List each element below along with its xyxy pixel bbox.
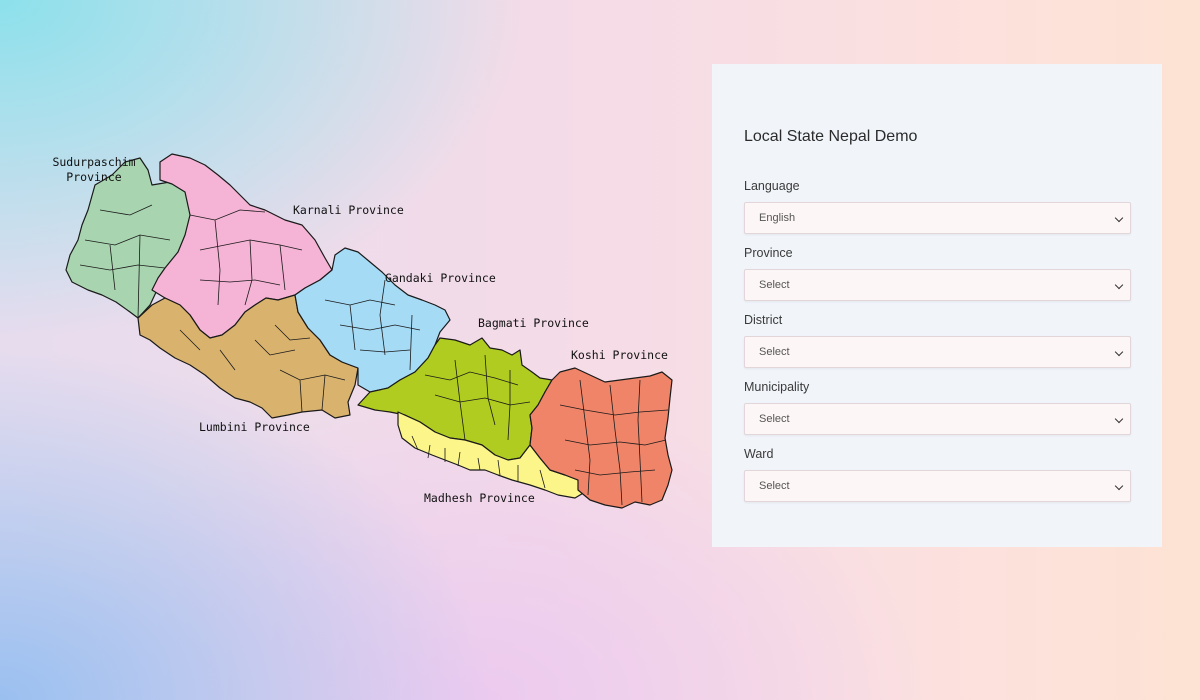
district-label: District	[744, 313, 783, 327]
municipality-label: Municipality	[744, 380, 810, 394]
map-svg	[65, 153, 673, 509]
ward-select[interactable]: Select	[744, 470, 1131, 502]
language-select[interactable]: English	[744, 202, 1131, 234]
field-municipality: Municipality Select	[744, 380, 1131, 435]
label-gandaki: Gandaki Province	[385, 271, 496, 285]
label-bagmati: Bagmati Province	[478, 316, 589, 330]
field-district: District Select	[744, 313, 1131, 368]
label-karnali: Karnali Province	[293, 203, 404, 217]
field-province: Province Select	[744, 246, 1131, 301]
municipality-select[interactable]: Select	[744, 403, 1131, 435]
label-madhesh: Madhesh Province	[424, 491, 535, 505]
label-sudurpaschim: Sudurpaschim Province	[52, 155, 136, 184]
ward-label: Ward	[744, 447, 774, 461]
province-select[interactable]: Select	[744, 269, 1131, 301]
chevron-down-icon	[1114, 481, 1124, 491]
field-language: Language English	[744, 179, 1131, 234]
district-select[interactable]: Select	[744, 336, 1131, 368]
language-select-value: English	[759, 212, 796, 224]
form-title: Local State Nepal Demo	[744, 128, 918, 145]
chevron-down-icon	[1114, 414, 1124, 424]
district-select-value: Select	[759, 346, 790, 358]
language-label: Language	[744, 179, 800, 193]
province-select-value: Select	[759, 279, 790, 291]
location-form-panel: Local State Nepal Demo Language English …	[712, 64, 1162, 547]
ward-select-value: Select	[759, 480, 790, 492]
province-label: Province	[744, 246, 793, 260]
chevron-down-icon	[1114, 213, 1124, 223]
field-ward: Ward Select	[744, 447, 1131, 502]
municipality-select-value: Select	[759, 413, 790, 425]
chevron-down-icon	[1114, 347, 1124, 357]
nepal-province-map: Sudurpaschim Province Karnali Province G…	[40, 140, 700, 520]
label-lumbini: Lumbini Province	[199, 420, 310, 434]
chevron-down-icon	[1114, 280, 1124, 290]
label-koshi: Koshi Province	[571, 348, 668, 362]
